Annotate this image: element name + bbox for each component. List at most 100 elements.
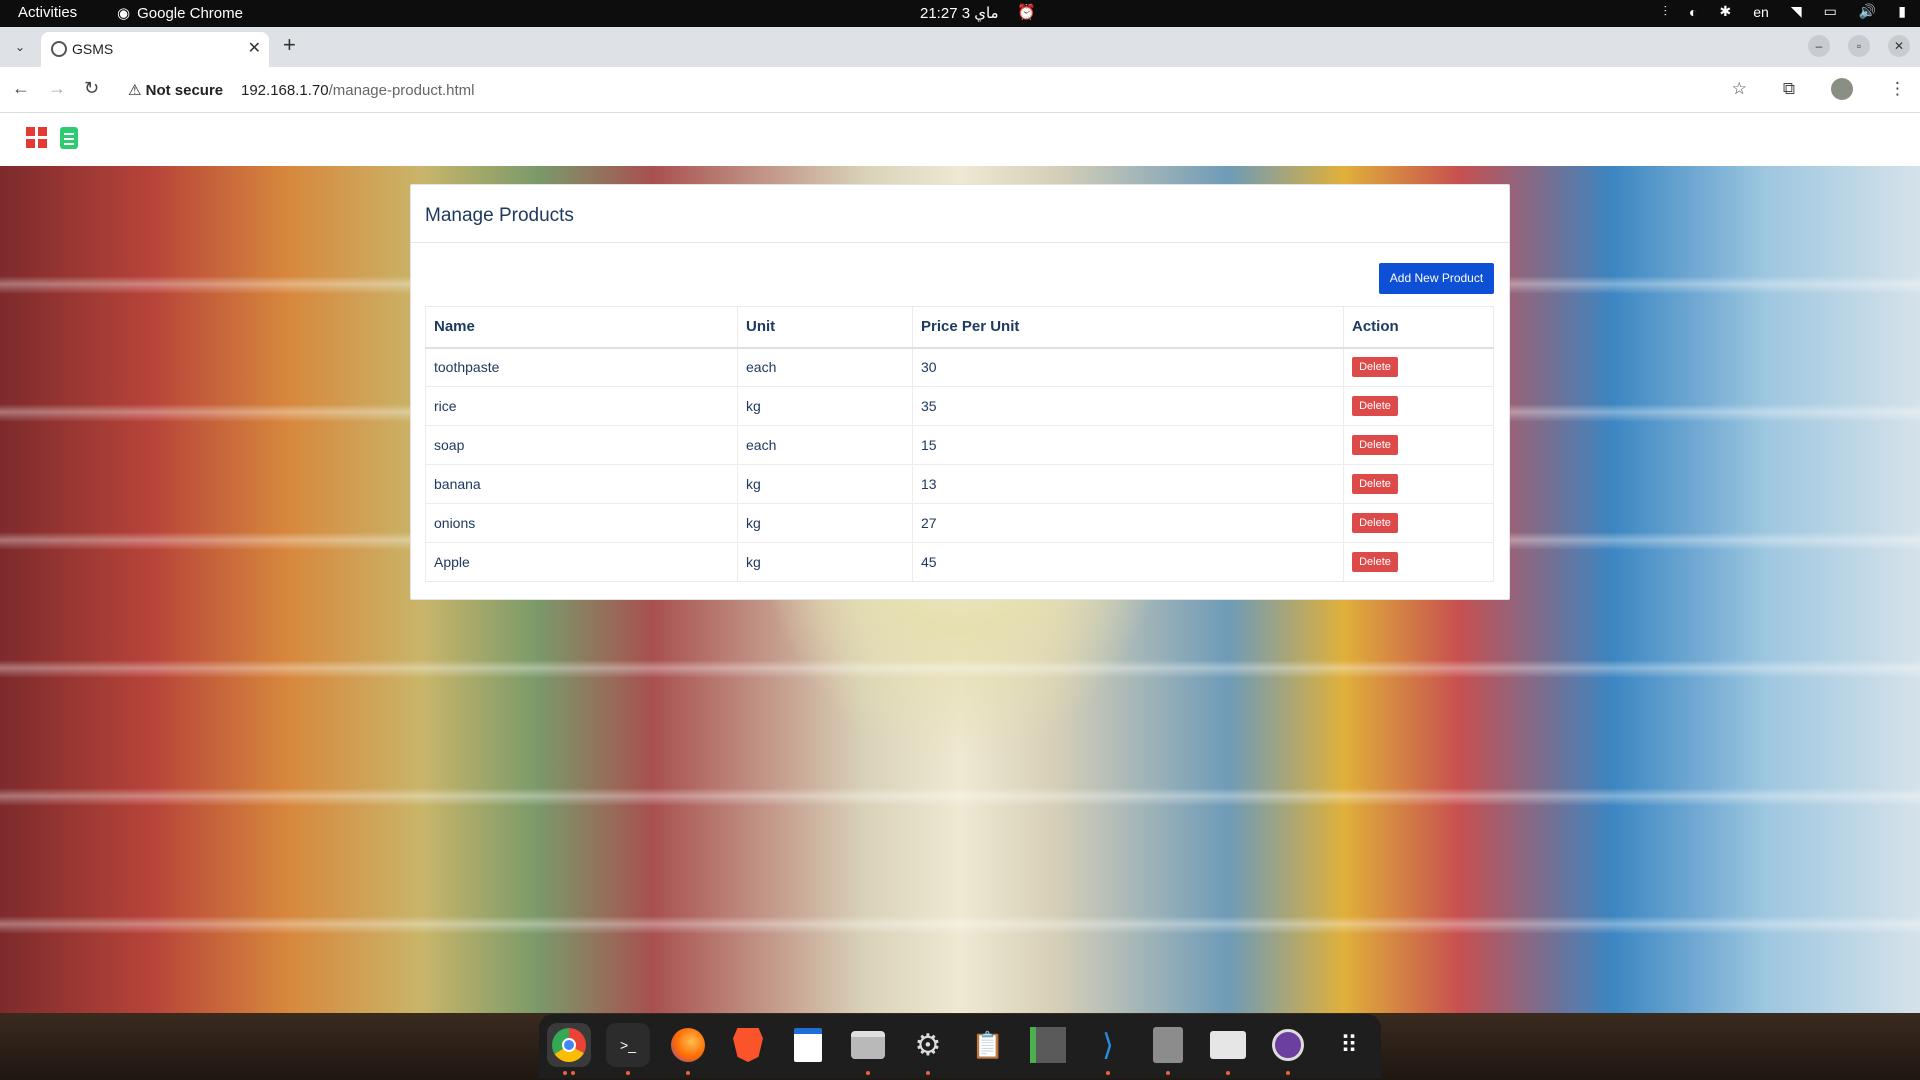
vpn-icon[interactable]: ▭ — [1824, 3, 1837, 20]
tab-search-button[interactable]: ⌄ — [8, 35, 32, 59]
chrome-icon: ◉ — [117, 5, 131, 22]
product-price-cell: 35 — [912, 386, 1344, 426]
delete-button[interactable]: Delete — [1352, 513, 1398, 533]
firefox-icon[interactable] — [666, 1023, 710, 1067]
running-indicator — [626, 1071, 630, 1075]
action-cell: Delete — [1343, 347, 1494, 387]
activities-button[interactable]: Activities — [18, 4, 77, 21]
files-icon[interactable] — [846, 1023, 890, 1067]
product-unit-cell: kg — [737, 503, 913, 543]
toolbar-actions: ☆ ⧉ ⋮ — [1732, 78, 1906, 100]
back-button[interactable]: ← — [12, 78, 30, 99]
running-indicator — [1166, 1071, 1170, 1075]
web-page: Manage Products Add New Product Name Uni… — [0, 113, 1920, 1013]
product-unit-cell: kg — [737, 464, 913, 504]
discord-icon[interactable]: ◐ — [1689, 4, 1697, 20]
volume-icon[interactable]: 🔊 — [1859, 3, 1876, 20]
battery-icon[interactable]: ▮ — [1898, 3, 1906, 20]
network-stats-icon[interactable]: ⫶ — [1664, 3, 1668, 20]
forward-button[interactable]: → — [48, 78, 66, 99]
sublime-icon[interactable] — [1026, 1023, 1070, 1067]
slack-icon[interactable]: ✱ — [1720, 3, 1732, 20]
running-indicator — [686, 1071, 690, 1075]
add-new-product-button[interactable]: Add New Product — [1379, 263, 1494, 294]
action-cell: Delete — [1343, 542, 1494, 582]
table-row: Apple kg 45 Delete — [425, 542, 1494, 582]
table-row: onions kg 27 Delete — [425, 503, 1494, 543]
media-player-icon[interactable] — [1266, 1023, 1310, 1067]
screenshot-icon[interactable] — [1206, 1023, 1250, 1067]
ssd-icon[interactable] — [1146, 1023, 1190, 1067]
page-title: Manage Products — [425, 205, 574, 226]
clock[interactable]: 21:27 3 ماي — [920, 4, 999, 22]
table-row: soap each 15 Delete — [425, 425, 1494, 465]
product-price-cell: 45 — [912, 542, 1344, 582]
alarm-icon: ⏰ — [1017, 4, 1036, 21]
language-indicator[interactable]: en — [1753, 4, 1769, 20]
table-row: toothpaste each 30 Delete — [425, 347, 1494, 387]
extensions-icon[interactable]: ⧉ — [1783, 79, 1795, 99]
product-name-cell: toothpaste — [425, 347, 738, 387]
delete-button[interactable]: Delete — [1352, 396, 1398, 416]
chrome-icon[interactable] — [547, 1023, 591, 1067]
product-price-cell: 30 — [912, 347, 1344, 387]
card-header: Manage Products — [411, 185, 1509, 243]
dock: >_ ⚙ 📋 ⟩ ⠿ — [539, 1014, 1381, 1078]
security-label: Not secure — [145, 82, 224, 99]
product-name-cell: Apple — [425, 542, 738, 582]
running-indicator — [926, 1071, 930, 1075]
action-cell: Delete — [1343, 425, 1494, 465]
terminal-icon[interactable]: >_ — [606, 1023, 650, 1067]
menu-kebab-icon[interactable]: ⋮ — [1889, 79, 1906, 99]
action-cell: Delete — [1343, 464, 1494, 504]
tab-strip: ⌄ GSMS ✕ + – ▫ ✕ — [0, 27, 1920, 67]
running-indicator — [1106, 1071, 1110, 1075]
product-price-cell: 13 — [912, 464, 1344, 504]
security-indicator[interactable]: ⚠ Not secure — [128, 81, 223, 99]
delete-button[interactable]: Delete — [1352, 552, 1398, 572]
close-window-button[interactable]: ✕ — [1888, 35, 1910, 57]
app-menu[interactable]: ◉ Google Chrome — [117, 4, 243, 23]
delete-button[interactable]: Delete — [1352, 435, 1398, 455]
app-navbar — [0, 113, 1920, 166]
system-tray[interactable]: ⫶ ◐ ✱ en ◥ ▭ 🔊 ▮ — [1664, 3, 1906, 20]
bookmark-star-icon[interactable]: ☆ — [1732, 79, 1747, 99]
tab-title: GSMS — [72, 41, 114, 57]
window-controls: – ▫ ✕ — [1808, 35, 1910, 57]
tab-gsms[interactable]: GSMS ✕ — [41, 32, 269, 67]
browser-toolbar: ← → ↻ ⚠ Not secure 192.168.1.70/manage-p… — [0, 67, 1920, 113]
column-header-action: Action — [1343, 306, 1494, 349]
column-header-price: Price Per Unit — [912, 306, 1344, 349]
product-unit-cell: kg — [737, 542, 913, 582]
delete-button[interactable]: Delete — [1352, 474, 1398, 494]
writer-icon[interactable] — [786, 1023, 830, 1067]
column-header-unit: Unit — [737, 306, 913, 349]
wifi-icon[interactable]: ◥ — [1791, 3, 1802, 20]
close-tab-icon[interactable]: ✕ — [248, 38, 261, 58]
url-text[interactable]: 192.168.1.70/manage-product.html — [241, 82, 475, 99]
column-header-name: Name — [425, 306, 738, 349]
product-price-cell: 15 — [912, 425, 1344, 465]
profile-avatar[interactable] — [1831, 78, 1853, 100]
product-unit-cell: each — [737, 425, 913, 465]
minimize-button[interactable]: – — [1808, 35, 1830, 57]
address-bar[interactable]: ⚠ Not secure 192.168.1.70/manage-product… — [120, 73, 1770, 107]
new-tab-button[interactable]: + — [283, 32, 296, 58]
product-unit-cell: kg — [737, 386, 913, 426]
running-indicator — [1286, 1071, 1290, 1075]
table-header-row: Name Unit Price Per Unit Action — [425, 306, 1494, 349]
table-row: banana kg 13 Delete — [425, 464, 1494, 504]
system-top-bar: Activities ◉ Google Chrome 21:27 3 ماي ⏰… — [0, 0, 1920, 27]
action-cell: Delete — [1343, 503, 1494, 543]
app-grid-icon[interactable]: ⠿ — [1326, 1023, 1370, 1067]
vscode-icon[interactable]: ⟩ — [1086, 1023, 1130, 1067]
reload-button[interactable]: ↻ — [84, 78, 99, 99]
clipboard-icon[interactable]: 📋 — [966, 1023, 1010, 1067]
maximize-button[interactable]: ▫ — [1848, 35, 1870, 57]
products-table: Name Unit Price Per Unit Action toothpas… — [425, 306, 1494, 582]
brave-icon[interactable] — [726, 1023, 770, 1067]
orders-clipboard-icon[interactable] — [60, 127, 78, 149]
settings-icon[interactable]: ⚙ — [906, 1023, 950, 1067]
delete-button[interactable]: Delete — [1352, 357, 1398, 378]
dashboard-icon[interactable] — [26, 127, 48, 149]
